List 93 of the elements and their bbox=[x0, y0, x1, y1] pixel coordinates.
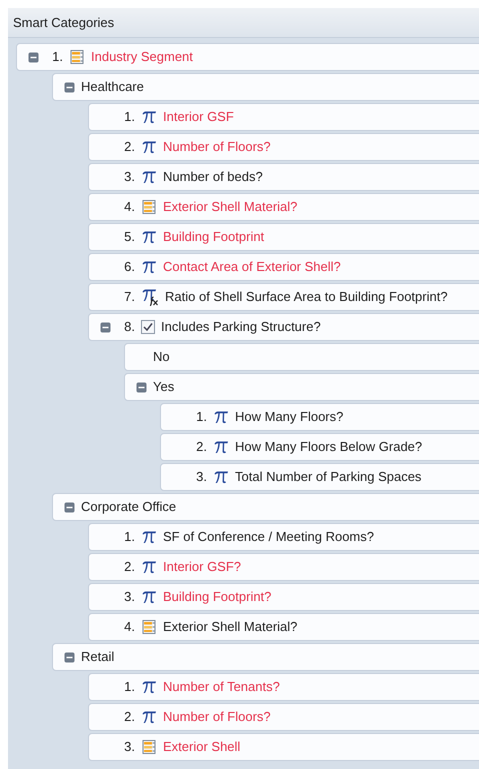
item-number: 7. bbox=[123, 288, 135, 306]
pi-icon bbox=[141, 229, 157, 245]
item-label: Interior GSF bbox=[163, 108, 234, 126]
tree-row[interactable]: 2. Number of Floors? bbox=[88, 133, 479, 161]
item-number: 2. bbox=[123, 708, 135, 726]
tree-row[interactable]: 1. How Many Floors? bbox=[160, 403, 479, 431]
tree-row[interactable]: 1. Industry Segment bbox=[16, 43, 479, 71]
pi-icon bbox=[141, 109, 157, 125]
pi-icon bbox=[213, 439, 229, 455]
item-number: 1. bbox=[195, 408, 207, 426]
tree-row[interactable]: 4. Exterior Shell Material? bbox=[88, 613, 479, 641]
collapse-icon[interactable] bbox=[100, 322, 110, 332]
pi-icon bbox=[141, 709, 157, 725]
pi-icon bbox=[141, 679, 157, 695]
item-number: 4. bbox=[123, 198, 135, 216]
collapse-icon[interactable] bbox=[28, 52, 38, 62]
formula-icon bbox=[141, 288, 159, 306]
tree-row[interactable]: 1. Number of Tenants? bbox=[88, 673, 479, 701]
list-icon bbox=[141, 739, 157, 755]
tree-row[interactable]: Retail bbox=[52, 643, 479, 671]
item-number: 2. bbox=[123, 138, 135, 156]
tree-row[interactable]: 3. Exterior Shell bbox=[88, 733, 479, 761]
item-label: Healthcare bbox=[81, 78, 144, 96]
tree-row[interactable]: 6. Contact Area of Exterior Shell? bbox=[88, 253, 479, 281]
pi-icon bbox=[141, 169, 157, 185]
tree-row[interactable]: 2. How Many Floors Below Grade? bbox=[160, 433, 479, 461]
tree-row[interactable]: No bbox=[124, 343, 479, 371]
tree-row[interactable]: Corporate Office bbox=[52, 493, 479, 521]
pi-icon bbox=[213, 469, 229, 485]
item-label: Includes Parking Structure? bbox=[161, 318, 321, 336]
checkbox-icon bbox=[141, 320, 155, 334]
tree-row[interactable]: 4. Exterior Shell Material? bbox=[88, 193, 479, 221]
item-label: Building Footprint? bbox=[163, 588, 272, 606]
tree-row[interactable]: 1. SF of Conference / Meeting Rooms? bbox=[88, 523, 479, 551]
tree-row[interactable]: Yes bbox=[124, 373, 479, 401]
tree-row[interactable]: Healthcare bbox=[52, 73, 479, 101]
item-number: 1. bbox=[123, 678, 135, 696]
tree-row[interactable]: 1. Interior GSF bbox=[88, 103, 479, 131]
item-label: How Many Floors Below Grade? bbox=[235, 438, 422, 456]
panel-title: Smart Categories bbox=[13, 14, 114, 32]
item-number: 2. bbox=[195, 438, 207, 456]
list-icon bbox=[141, 199, 157, 215]
pi-icon bbox=[141, 559, 157, 575]
tree-row[interactable]: 3. Number of beds? bbox=[88, 163, 479, 191]
list-icon bbox=[141, 619, 157, 635]
pi-icon bbox=[213, 409, 229, 425]
item-number: 1. bbox=[51, 48, 63, 66]
item-label: Number of beds? bbox=[163, 168, 263, 186]
list-icon bbox=[69, 49, 85, 65]
item-label: SF of Conference / Meeting Rooms? bbox=[163, 528, 374, 546]
item-label: Exterior Shell Material? bbox=[163, 198, 298, 216]
item-label: How Many Floors? bbox=[235, 408, 344, 426]
collapse-icon[interactable] bbox=[64, 502, 74, 512]
item-label: Contact Area of Exterior Shell? bbox=[163, 258, 341, 276]
tree-row[interactable]: 7. Ratio of Shell Surface Area to Building Footprint? bbox=[88, 283, 479, 311]
tree-row[interactable]: 5. Building Footprint bbox=[88, 223, 479, 251]
item-label: Number of Floors? bbox=[163, 138, 271, 156]
item-label: Retail bbox=[81, 648, 114, 666]
collapse-icon[interactable] bbox=[64, 652, 74, 662]
item-label: Number of Tenants? bbox=[163, 678, 280, 696]
item-number: 3. bbox=[123, 168, 135, 186]
item-label: Industry Segment bbox=[91, 48, 193, 66]
pi-icon bbox=[141, 529, 157, 545]
item-number: 5. bbox=[123, 228, 135, 246]
tree-row[interactable]: 3. Building Footprint? bbox=[88, 583, 479, 611]
item-label: Interior GSF? bbox=[163, 558, 242, 576]
tree-row[interactable]: 2. Interior GSF? bbox=[88, 553, 479, 581]
item-label: No bbox=[153, 348, 170, 366]
item-label: Yes bbox=[153, 378, 174, 396]
item-number: 3. bbox=[123, 738, 135, 756]
item-label: Total Number of Parking Spaces bbox=[235, 468, 422, 486]
pi-icon bbox=[141, 139, 157, 155]
tree-row[interactable]: 2. Number of Floors? bbox=[88, 703, 479, 731]
collapse-icon[interactable] bbox=[136, 382, 146, 392]
tree-row[interactable]: 8. Includes Parking Structure? bbox=[88, 313, 479, 341]
pi-icon bbox=[141, 259, 157, 275]
item-number: 1. bbox=[123, 108, 135, 126]
item-number: 3. bbox=[123, 588, 135, 606]
item-label: Number of Floors? bbox=[163, 708, 271, 726]
item-number: 8. bbox=[123, 318, 135, 336]
item-label: Ratio of Shell Surface Area to Building Footprint? bbox=[165, 288, 448, 306]
item-number: 2. bbox=[123, 558, 135, 576]
pi-icon bbox=[141, 589, 157, 605]
item-number: 6. bbox=[123, 258, 135, 276]
collapse-icon[interactable] bbox=[64, 82, 74, 92]
item-number: 1. bbox=[123, 528, 135, 546]
item-label: Exterior Shell bbox=[163, 738, 240, 756]
item-number: 4. bbox=[123, 618, 135, 636]
item-label: Exterior Shell Material? bbox=[163, 618, 298, 636]
item-label: Building Footprint bbox=[163, 228, 264, 246]
item-label: Corporate Office bbox=[81, 498, 176, 516]
item-number: 3. bbox=[195, 468, 207, 486]
tree-row[interactable]: 3. Total Number of Parking Spaces bbox=[160, 463, 479, 491]
